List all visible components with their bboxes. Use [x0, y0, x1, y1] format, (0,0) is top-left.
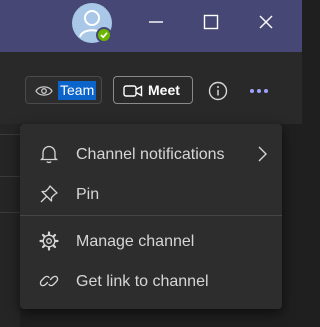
team-button[interactable]: Team — [25, 76, 102, 104]
divider — [0, 212, 20, 213]
team-button-label: Team — [58, 81, 97, 100]
check-icon — [100, 32, 108, 39]
link-icon — [39, 275, 59, 287]
maximize-icon — [203, 14, 219, 30]
menu-divider — [20, 215, 282, 216]
close-icon — [259, 15, 273, 29]
meet-button-label: Meet — [148, 82, 180, 98]
title-bar — [0, 0, 302, 52]
chevron-right-icon — [258, 146, 267, 162]
menu-item-get-link[interactable]: Get link to channel — [20, 261, 282, 301]
menu-item-manage-channel[interactable]: Manage channel — [20, 221, 282, 261]
minimize-icon — [149, 21, 163, 23]
menu-item-label: Get link to channel — [76, 273, 209, 290]
pin-icon — [40, 185, 58, 203]
maximize-button[interactable] — [199, 10, 223, 34]
bell-icon — [39, 145, 59, 164]
background-list — [0, 124, 20, 327]
more-options-button[interactable] — [247, 80, 271, 102]
presence-badge — [96, 27, 112, 43]
channel-info-button[interactable] — [207, 80, 229, 102]
menu-item-label: Channel notifications — [76, 146, 225, 163]
menu-item-pin[interactable]: Pin — [20, 174, 282, 214]
close-button[interactable] — [254, 10, 278, 34]
video-camera-icon — [123, 85, 143, 97]
eye-icon — [35, 86, 53, 96]
menu-item-label: Manage channel — [76, 233, 195, 250]
minimize-button[interactable] — [144, 10, 168, 34]
info-icon — [208, 81, 228, 101]
menu-item-channel-notifications[interactable]: Channel notifications — [20, 134, 282, 174]
meet-button[interactable]: Meet — [113, 76, 193, 104]
divider — [0, 134, 20, 135]
more-options-icon — [250, 89, 268, 93]
channel-options-menu: Channel notifications Pin Manage channel… — [20, 124, 282, 309]
gear-icon — [39, 231, 59, 251]
divider — [0, 176, 20, 177]
menu-item-label: Pin — [76, 186, 100, 203]
